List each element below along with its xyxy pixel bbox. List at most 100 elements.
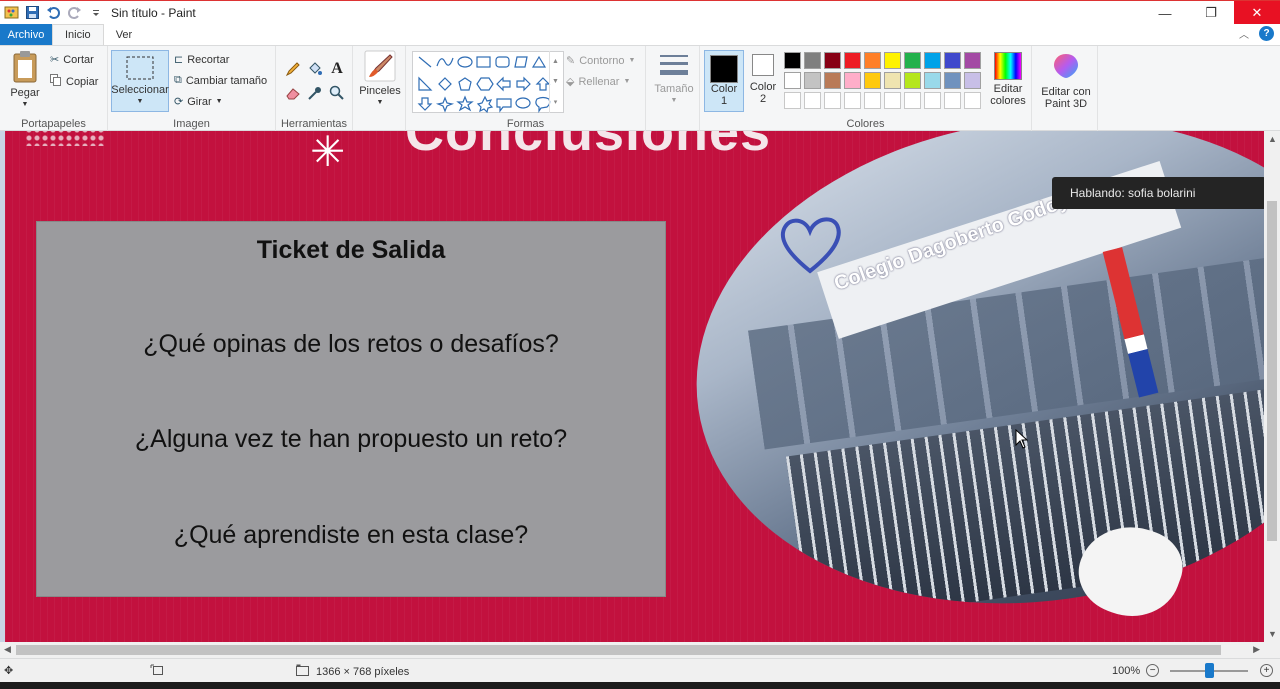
color-swatch[interactable]: [864, 52, 881, 69]
color-swatch[interactable]: [784, 72, 801, 89]
color-swatch[interactable]: [884, 52, 901, 69]
canvas-area[interactable]: ✳ Conclusiones Ticket de Salida ¿Qué opi…: [0, 131, 1264, 642]
minimize-button[interactable]: —: [1142, 1, 1188, 25]
zoom-in: +: [1260, 664, 1273, 677]
undo-icon[interactable]: [46, 5, 61, 20]
paste-button[interactable]: Pegar ▼: [6, 50, 44, 111]
zoom-out-icon[interactable]: −: [1146, 664, 1160, 677]
fill-button[interactable]: ⬙ Rellenar ▼: [566, 75, 630, 89]
edit-colors-button[interactable]: Editar colores: [986, 52, 1030, 107]
color-swatch[interactable]: [864, 72, 881, 89]
help-icon[interactable]: ?: [1259, 26, 1274, 41]
color1-button[interactable]: Color 1: [704, 50, 744, 112]
cut-button[interactable]: ✂ Cortar: [50, 53, 94, 67]
color-swatch[interactable]: [924, 52, 941, 69]
color-swatch[interactable]: [944, 52, 961, 69]
brush-icon: [364, 50, 396, 85]
window-title: Sin título - Paint: [111, 5, 196, 20]
crop-label: Recortar: [187, 53, 230, 66]
paint3d-label: Editar con Paint 3D: [1041, 86, 1091, 110]
horizontal-scroll-thumb[interactable]: [16, 645, 1221, 655]
pencil-icon[interactable]: [284, 60, 302, 78]
paint3d-button[interactable]: Editar con Paint 3D: [1036, 52, 1096, 110]
chevron-up-icon[interactable]: ▲: [552, 58, 559, 65]
shapes-group-label: Formas: [506, 118, 545, 130]
color-swatch[interactable]: [844, 72, 861, 89]
question-1: ¿Qué opinas de los retos o desafíos?: [143, 330, 559, 358]
drawing-canvas[interactable]: ✳ Conclusiones Ticket de Salida ¿Qué opi…: [5, 131, 1264, 642]
zoom-in-icon[interactable]: +: [1260, 664, 1273, 677]
custom-color-swatch[interactable]: [864, 92, 881, 109]
ribbon-tabs: Archivo Inicio Ver ︿ ?: [0, 24, 1280, 45]
copy-button[interactable]: Copiar: [50, 74, 98, 89]
scroll-up-icon[interactable]: ▲: [1268, 134, 1277, 144]
zoom-slider-handle[interactable]: [1205, 663, 1214, 678]
close-button[interactable]: ✕: [1234, 1, 1280, 25]
mouse-cursor-icon: [1015, 429, 1029, 449]
chevron-down-icon[interactable]: ▼: [552, 78, 559, 85]
custom-color-swatch[interactable]: [844, 92, 861, 109]
group-paint3d: Editar con Paint 3D: [1032, 46, 1098, 132]
scroll-right-icon[interactable]: ▶: [1253, 644, 1260, 655]
custom-color-swatch[interactable]: [904, 92, 921, 109]
resize-button[interactable]: ⧉ Cambiar tamaño: [174, 74, 267, 87]
redo-icon[interactable]: [67, 5, 82, 20]
color-swatch[interactable]: [964, 72, 981, 89]
ribbon-controls: ︿ ?: [1239, 26, 1274, 41]
custom-color-swatch[interactable]: [944, 92, 961, 109]
vertical-scroll-thumb[interactable]: [1267, 201, 1277, 541]
color2-button[interactable]: Color 2: [746, 54, 780, 105]
color-swatch[interactable]: [804, 72, 821, 89]
color-swatch[interactable]: [844, 52, 861, 69]
line-width-icon: [658, 52, 690, 83]
color-swatch[interactable]: [964, 52, 981, 69]
question-2: ¿Alguna vez te han propuesto un reto?: [134, 425, 568, 453]
vertical-scrollbar[interactable]: ▲ ▼: [1264, 131, 1280, 642]
maximize-button[interactable]: ❐: [1188, 1, 1234, 25]
color-swatch[interactable]: [784, 52, 801, 69]
color-swatch[interactable]: [804, 52, 821, 69]
outline-label: Contorno: [579, 54, 625, 67]
select-button[interactable]: Seleccionar ▼: [111, 50, 169, 112]
fill-bucket-icon[interactable]: [306, 60, 324, 78]
color-swatch[interactable]: [824, 72, 841, 89]
custom-color-swatch[interactable]: [784, 92, 801, 109]
scroll-left-icon[interactable]: ◀: [4, 644, 11, 655]
color-swatch[interactable]: [884, 72, 901, 89]
text-tool-icon[interactable]: A: [328, 60, 346, 78]
chevron-down-icon: ▼: [376, 99, 384, 106]
color-swatch[interactable]: [924, 72, 941, 89]
eraser-icon[interactable]: [284, 84, 302, 102]
tab-archivo[interactable]: Archivo: [0, 24, 52, 45]
crop-button[interactable]: ⊏ Recortar: [174, 53, 230, 67]
shapes-gallery[interactable]: [412, 51, 564, 114]
save-icon[interactable]: [25, 5, 40, 20]
tab-inicio[interactable]: Inicio: [52, 24, 104, 45]
scroll-down-icon[interactable]: ▼: [1268, 629, 1277, 639]
rainbow-icon: [994, 52, 1022, 80]
title-bar: Sin título - Paint — ❐ ✕: [0, 0, 1280, 25]
shapes-gallery-scroll[interactable]: ▲ ▼ ▾: [549, 51, 561, 113]
rotate-button[interactable]: ⟳ Girar ▼: [174, 95, 223, 109]
resize-icon: ⧉: [174, 74, 182, 86]
crop-icon: ⊏: [174, 54, 184, 66]
color-picker-icon[interactable]: [306, 84, 324, 102]
more-icon[interactable]: ▾: [554, 98, 558, 106]
brushes-button[interactable]: Pinceles ▼: [357, 50, 403, 109]
customize-qat-icon[interactable]: [88, 5, 103, 20]
outline-button[interactable]: ✎ Contorno ▼: [566, 54, 635, 68]
color-swatch[interactable]: [904, 52, 921, 69]
collapse-ribbon-icon[interactable]: ︿: [1239, 26, 1249, 41]
horizontal-scrollbar[interactable]: ◀ ▶: [0, 642, 1264, 658]
color-swatch[interactable]: [904, 72, 921, 89]
tab-ver[interactable]: Ver: [104, 24, 145, 45]
custom-color-swatch[interactable]: [824, 92, 841, 109]
size-button[interactable]: Tamaño ▼: [652, 52, 696, 107]
custom-color-swatch[interactable]: [964, 92, 981, 109]
custom-color-swatch[interactable]: [804, 92, 821, 109]
color-swatch[interactable]: [944, 72, 961, 89]
custom-color-swatch[interactable]: [924, 92, 941, 109]
magnifier-icon[interactable]: [328, 84, 346, 102]
custom-color-swatch[interactable]: [884, 92, 901, 109]
color-swatch[interactable]: [824, 52, 841, 69]
